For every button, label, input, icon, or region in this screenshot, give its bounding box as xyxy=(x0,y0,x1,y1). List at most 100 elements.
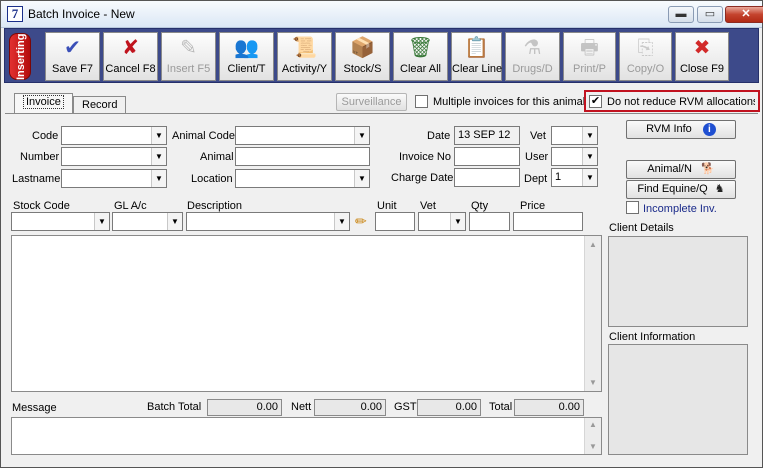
toolbar-button-label: Close F9 xyxy=(679,63,725,75)
no-reduce-rvm-checkbox[interactable]: ✔ xyxy=(589,95,602,108)
gl-ac-header: GL A/c xyxy=(114,200,147,212)
edit-pencil-icon[interactable]: ✏ xyxy=(355,212,371,230)
price-input[interactable] xyxy=(513,212,583,231)
nett-value: 0.00 xyxy=(314,399,386,416)
toolbar-button-label: Print/P xyxy=(572,63,606,75)
toolbar-button-label: Stock/S xyxy=(343,63,382,75)
toolbar-button-drugs-d[interactable]: ⚗ Drugs/D xyxy=(505,32,560,81)
toolbar-button-clear-all[interactable]: 🗑 Clear All xyxy=(393,32,448,81)
total-label: Total xyxy=(489,401,513,413)
qty-header: Qty xyxy=(471,200,489,212)
description-combobox[interactable]: ▼ xyxy=(186,212,350,231)
code-label: Code xyxy=(32,130,59,142)
total-value: 0.00 xyxy=(514,399,584,416)
gl-ac-combobox[interactable]: ▼ xyxy=(112,212,183,231)
chevron-down-icon: ▼ xyxy=(582,148,597,165)
toolbar-button-label: Activity/Y xyxy=(281,63,328,75)
chevron-down-icon: ▼ xyxy=(151,148,166,165)
animal-code-combobox[interactable]: ▼ xyxy=(235,126,370,145)
chevron-down-icon: ▼ xyxy=(151,127,166,144)
charge-date-label: Charge Date xyxy=(391,172,454,184)
find-equine-button[interactable]: Find Equine/Q ♞ xyxy=(626,180,736,199)
invoice-lines-list[interactable]: ▲ ▼ xyxy=(11,235,602,392)
dept-combobox[interactable]: 1 ▼ xyxy=(551,168,598,187)
chevron-down-icon: ▼ xyxy=(334,213,349,230)
multiple-invoices-checkbox[interactable] xyxy=(415,95,428,108)
scroll-up-icon[interactable]: ▲ xyxy=(585,236,601,253)
client-details-label: Client Details xyxy=(609,222,674,234)
animal-code-label: Animal Code xyxy=(172,130,235,142)
chevron-down-icon: ▼ xyxy=(167,213,182,230)
toolbar-button-save-f7[interactable]: ✔ Save F7 xyxy=(45,32,100,81)
vet-label: Vet xyxy=(530,130,546,142)
invoice-no-input[interactable] xyxy=(454,147,520,166)
tab-record[interactable]: Record xyxy=(73,96,127,114)
unit-input[interactable] xyxy=(375,212,415,231)
maximize-button[interactable]: ▭ xyxy=(697,6,723,23)
clients-icon: 👥 xyxy=(234,37,259,59)
tab-invoice-label: Invoice xyxy=(23,95,64,109)
toolbar-button-clear-line[interactable]: 📋 Clear Line xyxy=(451,32,502,81)
batch-total-value: 0.00 xyxy=(207,399,282,416)
toolbar-button-print-p[interactable]: 🖶 Print/P xyxy=(563,32,616,81)
animal-button[interactable]: Animal/N 🐕 xyxy=(626,160,736,179)
app-logo-icon: 7 xyxy=(7,6,23,22)
mode-indicator-label: Inserting xyxy=(15,33,27,80)
toolbar-button-copy-o[interactable]: ⎘ Copy/O xyxy=(619,32,672,81)
stock-code-combobox[interactable]: ▼ xyxy=(11,212,110,231)
drugs-icon: ⚗ xyxy=(523,37,542,59)
info-icon: i xyxy=(702,123,716,136)
location-label: Location xyxy=(191,173,233,185)
minimize-button[interactable]: ▬ xyxy=(668,6,694,23)
toolbar-button-cancel-f8[interactable]: ✘ Cancel F8 xyxy=(103,32,158,81)
date-label: Date xyxy=(427,130,451,142)
qty-input[interactable] xyxy=(469,212,510,231)
window-title: Batch Invoice - New xyxy=(28,7,135,21)
vet-combobox[interactable]: ▼ xyxy=(551,126,598,145)
batch-total-label: Batch Total xyxy=(147,401,202,413)
dog-icon: 🐕 xyxy=(700,163,715,175)
tab-invoice[interactable]: Invoice xyxy=(14,93,73,114)
line-vet-combobox[interactable]: ▼ xyxy=(418,212,466,231)
client-information-label: Client Information xyxy=(609,331,696,343)
nett-label: Nett xyxy=(291,401,312,413)
incomplete-invoice-label: Incomplete Inv. xyxy=(643,203,717,215)
mode-indicator: Inserting xyxy=(9,33,31,80)
toolbar-button-stock-s[interactable]: 📦 Stock/S xyxy=(335,32,390,81)
user-combobox[interactable]: ▼ xyxy=(551,147,598,166)
horse-icon: ♞ xyxy=(714,183,725,195)
animal-input[interactable] xyxy=(235,147,370,166)
toolbar-button-close-f9[interactable]: ✖ Close F9 xyxy=(675,32,729,81)
number-combobox[interactable]: ▼ xyxy=(61,147,167,166)
tab-record-label: Record xyxy=(82,99,118,111)
scroll-up-icon[interactable]: ▲ xyxy=(585,418,601,432)
lastname-label: Lastname xyxy=(12,173,61,185)
chevron-down-icon: ▼ xyxy=(151,170,166,187)
toolbar-button-activity-y[interactable]: 📜 Activity/Y xyxy=(277,32,332,81)
toolbar-button-label: Clear Line xyxy=(452,63,503,75)
chevron-down-icon: ▼ xyxy=(354,127,369,144)
lines-scrollbar[interactable]: ▲ ▼ xyxy=(584,236,601,391)
location-combobox[interactable]: ▼ xyxy=(235,169,370,188)
message-scrollbar[interactable]: ▲ ▼ xyxy=(584,418,601,454)
scroll-down-icon[interactable]: ▼ xyxy=(585,374,601,391)
charge-date-input[interactable] xyxy=(454,168,520,187)
incomplete-invoice-checkbox[interactable] xyxy=(626,201,639,214)
gst-label: GST xyxy=(394,401,417,413)
window-close-button[interactable]: ✕ xyxy=(725,6,763,23)
rvm-info-button[interactable]: RVM Info i xyxy=(626,120,736,139)
number-label: Number xyxy=(20,151,60,163)
no-reduce-rvm-label: Do not reduce RVM allocations xyxy=(607,96,755,108)
scroll-down-icon[interactable]: ▼ xyxy=(585,440,601,454)
activity-scroll-icon: 📜 xyxy=(292,37,317,59)
message-textarea[interactable]: ▲ ▼ xyxy=(11,417,602,455)
toolbar-button-insert-f5[interactable]: ✎ Insert F5 xyxy=(161,32,216,81)
code-combobox[interactable]: ▼ xyxy=(61,126,167,145)
toolbar-button-client-t[interactable]: 👥 Client/T xyxy=(219,32,274,81)
dept-label: Dept xyxy=(524,173,548,185)
lastname-combobox[interactable]: ▼ xyxy=(61,169,167,188)
chevron-down-icon: ▼ xyxy=(354,170,369,187)
surveillance-button[interactable]: Surveillance xyxy=(336,93,407,111)
date-input[interactable]: 13 SEP 12 xyxy=(454,126,520,145)
dept-value: 1 xyxy=(555,171,562,183)
